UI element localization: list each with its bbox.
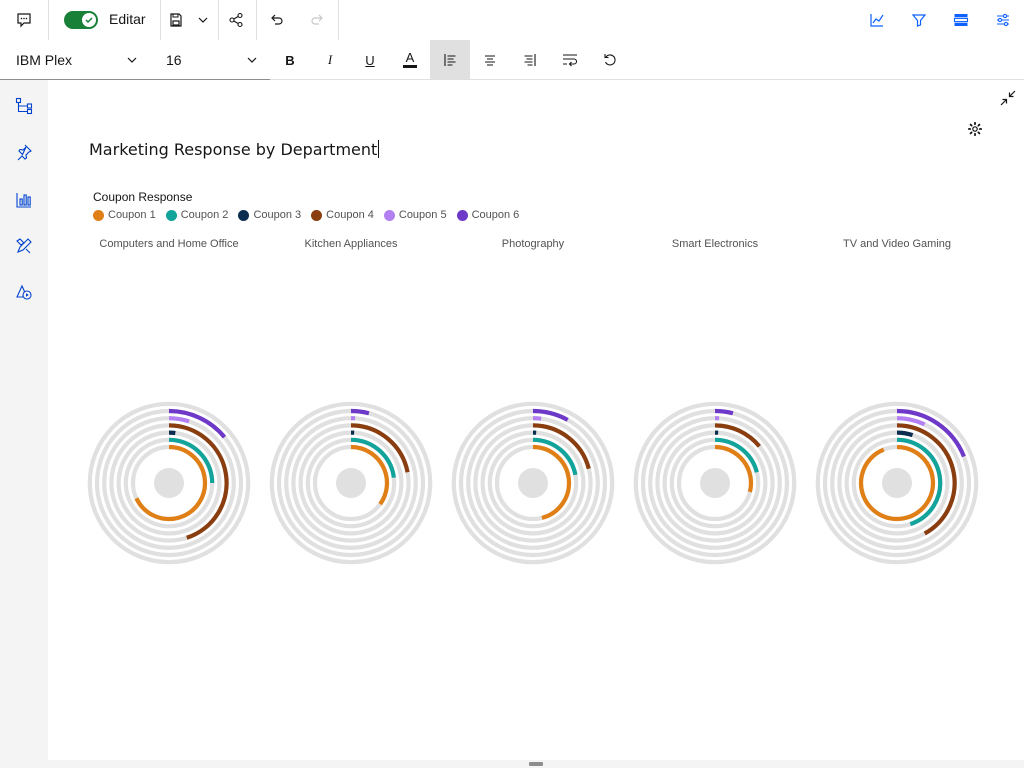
legend-label: Coupon 6	[471, 209, 520, 221]
edit-label: Editar	[109, 11, 146, 27]
legend-label: Coupon 3	[253, 209, 302, 221]
legend-swatch	[165, 209, 177, 221]
legend-item[interactable]: Coupon 5	[383, 209, 447, 221]
pin-icon[interactable]	[0, 132, 48, 172]
settings-sliders-icon[interactable]	[984, 0, 1022, 40]
redo-icon[interactable]	[298, 0, 336, 40]
gear-icon[interactable]	[966, 120, 984, 138]
chevron-down-icon	[247, 57, 257, 63]
legend-label: Coupon 4	[326, 209, 374, 221]
legend-swatch	[238, 209, 250, 221]
underline-button[interactable]: U	[350, 40, 390, 80]
legend-item[interactable]: Coupon 6	[456, 209, 520, 221]
report-canvas[interactable]	[48, 80, 1024, 760]
chart-legend: Coupon 1 Coupon 2 Coupon 3 Coupon 4 Coupon 5…	[93, 209, 519, 221]
top-toolbar: Editar	[0, 0, 1024, 40]
chevron-down-icon	[127, 57, 137, 63]
legend-item[interactable]: Coupon 3	[238, 209, 301, 221]
chevron-down-icon[interactable]	[192, 0, 214, 40]
check-icon	[82, 13, 96, 27]
align-center-button[interactable]	[470, 40, 510, 80]
legend-title: Coupon Response	[93, 190, 193, 204]
format-toolbar: IBM Plex 16 B I U A	[0, 40, 1024, 80]
filter-icon[interactable]	[900, 0, 938, 40]
page-title-text: Marketing Response by Department	[89, 140, 378, 159]
reset-button[interactable]	[590, 40, 630, 80]
legend-item[interactable]: Coupon 2	[165, 209, 229, 221]
collapse-icon[interactable]	[998, 88, 1018, 108]
comment-icon[interactable]	[4, 0, 44, 40]
category-label: Kitchen Appliances	[304, 238, 398, 250]
align-left-button[interactable]	[430, 40, 470, 80]
bold-button[interactable]: B	[270, 40, 310, 80]
edit-toggle[interactable]	[64, 11, 98, 29]
shapes-media-icon[interactable]	[0, 272, 48, 312]
font-color-button[interactable]: A	[390, 40, 430, 80]
legend-label: Coupon 1	[108, 209, 156, 221]
legend-swatch	[93, 209, 104, 221]
category-label: TV and Video Gaming	[842, 238, 952, 250]
align-center-icon	[485, 55, 495, 66]
reset-icon	[604, 54, 616, 66]
legend-swatch	[383, 209, 395, 221]
font-family-value: IBM Plex	[16, 51, 73, 68]
font-size-value: 16	[166, 51, 182, 68]
undo-icon[interactable]	[258, 0, 296, 40]
font-family-select[interactable]: IBM Plex	[0, 40, 150, 80]
align-left-icon	[444, 54, 456, 66]
save-icon[interactable]	[164, 0, 188, 40]
text-wrap-icon	[563, 54, 578, 67]
align-right-button[interactable]	[510, 40, 550, 80]
hierarchy-icon[interactable]	[0, 86, 48, 126]
chart-icon[interactable]	[858, 0, 896, 40]
legend-label: Coupon 2	[180, 209, 229, 221]
category-label: Photography	[501, 238, 565, 250]
edit-tools-icon[interactable]	[0, 226, 48, 266]
italic-button[interactable]: I	[310, 40, 350, 80]
text-wrap-button[interactable]	[550, 40, 590, 80]
legend-swatch	[456, 209, 468, 221]
legend-label: Coupon 5	[398, 209, 447, 221]
page-title[interactable]: Marketing Response by Department	[89, 140, 380, 159]
resize-handle[interactable]	[529, 762, 543, 766]
legend-item[interactable]: Coupon 1	[93, 209, 156, 221]
bar-chart-icon[interactable]	[0, 180, 48, 220]
legend-swatch	[311, 209, 323, 221]
text-caret	[378, 140, 380, 158]
category-label: Computers and Home Office	[99, 238, 239, 250]
category-label: Smart Electronics	[671, 238, 759, 250]
legend-item[interactable]: Coupon 4	[311, 209, 374, 221]
align-right-icon	[524, 54, 536, 66]
font-size-select[interactable]: 16	[150, 40, 270, 80]
share-icon[interactable]	[218, 0, 254, 40]
layout-icon[interactable]	[942, 0, 980, 40]
left-rail	[0, 80, 48, 768]
